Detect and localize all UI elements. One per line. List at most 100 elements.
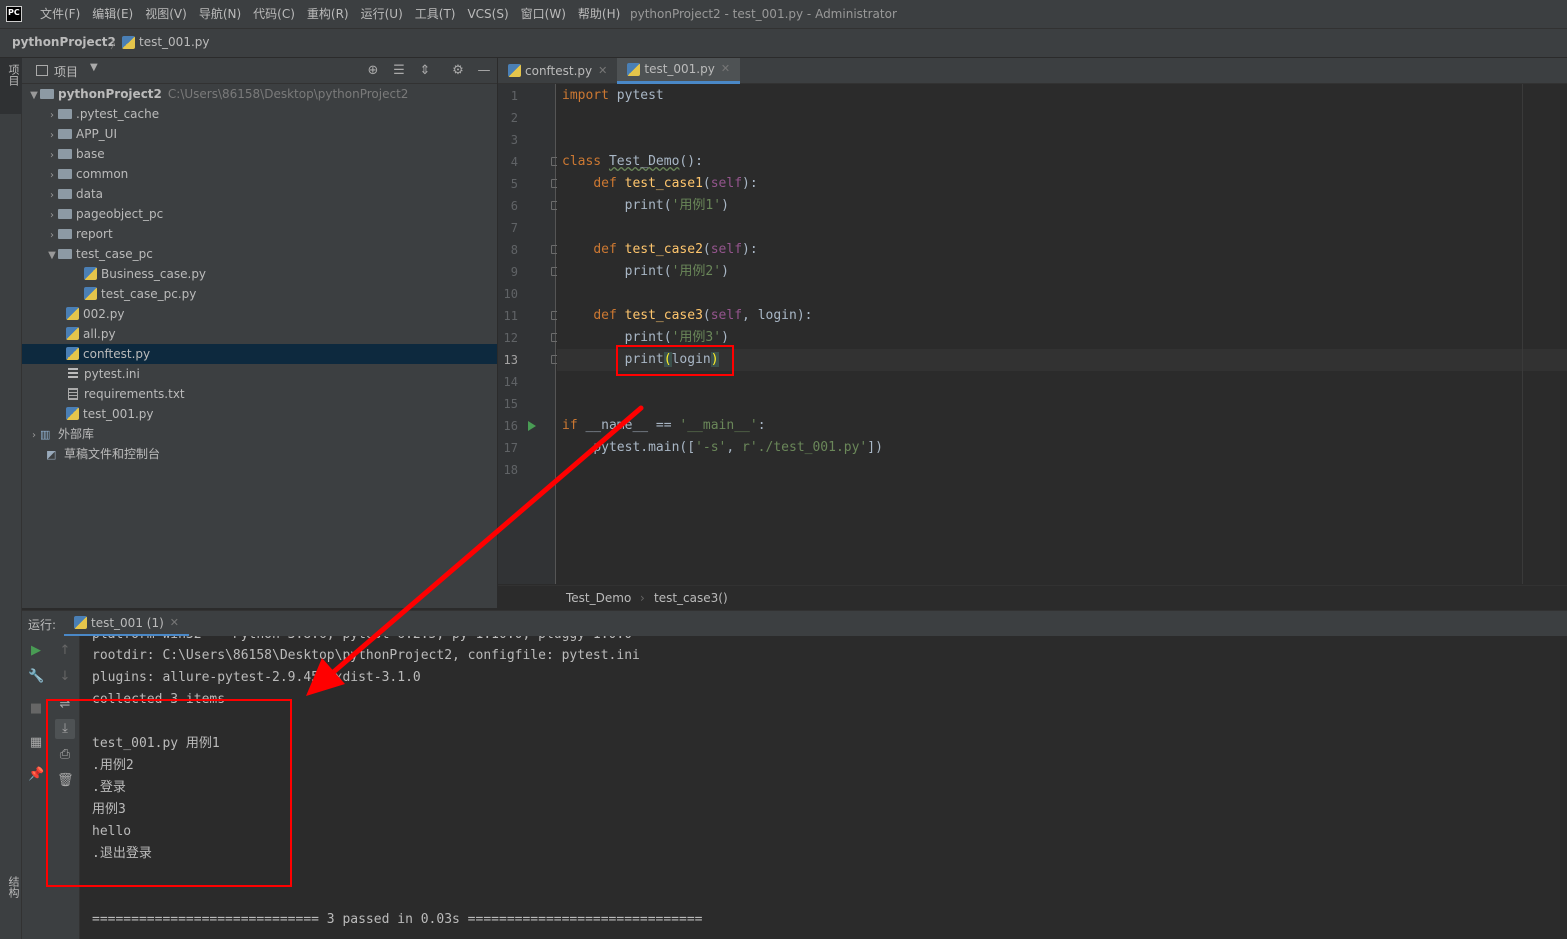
arrow-down-icon[interactable]: ↓: [57, 669, 73, 685]
code-editor[interactable]: import pytest class Test_Demo(): def tes…: [557, 84, 1567, 584]
keyword: def: [593, 176, 617, 191]
run-gutter-icon[interactable]: [528, 421, 536, 431]
arrow-up-icon[interactable]: ↑: [57, 643, 73, 659]
tree-item-pytest-cache[interactable]: › .pytest_cache: [22, 104, 497, 124]
menu-refactor[interactable]: 重构(R): [301, 0, 355, 28]
line-number: 17: [503, 441, 518, 455]
nav-project-crumb[interactable]: pythonProject2: [12, 35, 116, 49]
menu-edit[interactable]: 编辑(E): [86, 0, 139, 28]
menu-run[interactable]: 运行(U): [355, 0, 409, 28]
chevron-right-icon[interactable]: ›: [46, 166, 58, 186]
tree-item-label: Business_case.py: [101, 267, 207, 281]
editor-tab-bar: conftest.py ✕ test_001.py ✕: [498, 56, 1567, 84]
string-literal: r'./test_001.py': [742, 440, 868, 455]
tree-item-data[interactable]: › data: [22, 184, 497, 204]
chevron-right-icon[interactable]: ›: [46, 226, 58, 246]
scratch-icon: ◩: [46, 448, 57, 461]
close-icon[interactable]: ✕: [170, 610, 179, 636]
python-file-icon: [66, 347, 79, 360]
run-console[interactable]: platform win32 -- Python 3.8.6, pytest-6…: [80, 636, 1567, 939]
line-number: 6: [510, 199, 518, 213]
chevron-right-icon[interactable]: ›: [46, 206, 58, 226]
chevron-down-icon[interactable]: ▼: [90, 62, 98, 73]
breadcrumb-method[interactable]: test_case3(): [654, 591, 728, 605]
line-number: 2: [510, 111, 518, 125]
tree-root[interactable]: ▼ pythonProject2 C:\Users\86158\Desktop\py…: [22, 84, 497, 104]
menu-window[interactable]: 窗口(W): [515, 0, 572, 28]
menu-view[interactable]: 视图(V): [139, 0, 193, 28]
tab-conftest[interactable]: conftest.py ✕: [498, 58, 617, 84]
collapse-all-icon[interactable]: ⇕: [417, 63, 433, 79]
tree-item-report[interactable]: › report: [22, 224, 497, 244]
tree-item-business-case[interactable]: Business_case.py: [22, 264, 497, 284]
chevron-right-icon[interactable]: ›: [46, 106, 58, 126]
code-text: ]): [867, 440, 883, 455]
tree-item-test-001[interactable]: test_001.py: [22, 404, 497, 424]
expand-all-icon[interactable]: ☰: [391, 63, 407, 79]
menu-vcs[interactable]: VCS(S): [461, 0, 514, 28]
tree-item-app-ui[interactable]: › APP_UI: [22, 124, 497, 144]
folder-icon: [58, 129, 72, 139]
pin-icon[interactable]: 📌: [28, 767, 44, 783]
tree-item-test-case-pc-py[interactable]: test_case_pc.py: [22, 284, 497, 304]
chevron-right-icon[interactable]: ›: [46, 186, 58, 206]
layout-icon[interactable]: ▦: [28, 735, 44, 751]
tree-item-base[interactable]: › base: [22, 144, 497, 164]
locate-file-icon[interactable]: ⊕: [365, 63, 381, 79]
close-icon[interactable]: ✕: [721, 56, 730, 82]
tree-item-requirements[interactable]: requirements.txt: [22, 384, 497, 404]
project-tool-button[interactable]: 项目: [0, 58, 22, 114]
tree-item-label: 002.py: [83, 307, 125, 321]
menu-help[interactable]: 帮助(H): [572, 0, 626, 28]
python-file-icon: [508, 64, 521, 77]
hide-panel-icon[interactable]: —: [476, 63, 492, 79]
gear-icon[interactable]: ⚙: [450, 63, 466, 79]
code-text: ():: [679, 154, 703, 169]
tree-item-pageobject-pc[interactable]: › pageobject_pc: [22, 204, 497, 224]
stop-icon[interactable]: ■: [28, 701, 44, 717]
main-menu: 文件(F) 编辑(E) 视图(V) 导航(N) 代码(C) 重构(R) 运行(U…: [34, 0, 626, 28]
tree-item-scratches[interactable]: ◩ 草稿文件和控制台: [22, 444, 497, 464]
line-number: 10: [503, 287, 518, 301]
chevron-down-icon[interactable]: ▼: [28, 86, 40, 106]
menu-tools[interactable]: 工具(T): [409, 0, 462, 28]
tree-item-all[interactable]: all.py: [22, 324, 497, 344]
tree-item-label: conftest.py: [83, 347, 151, 361]
wrench-icon[interactable]: 🔧: [28, 669, 44, 685]
python-file-icon: [84, 267, 97, 280]
menu-navigate[interactable]: 导航(N): [193, 0, 247, 28]
annotation-box-code: [616, 345, 734, 376]
chevron-right-icon[interactable]: ›: [46, 126, 58, 146]
tree-item-external-libraries[interactable]: › ▥ 外部库: [22, 424, 497, 444]
chevron-down-icon[interactable]: ▼: [46, 246, 58, 266]
tree-item-pytest-ini[interactable]: pytest.ini: [22, 364, 497, 384]
line-number: 7: [510, 221, 518, 235]
tree-item-label: pytest.ini: [84, 367, 140, 381]
menu-code[interactable]: 代码(C): [247, 0, 301, 28]
chevron-right-icon[interactable]: ›: [28, 426, 40, 446]
structure-tool-label: 结构: [7, 876, 20, 898]
menu-file[interactable]: 文件(F): [34, 0, 86, 28]
tree-item-label: requirements.txt: [84, 387, 185, 401]
close-icon[interactable]: ✕: [598, 58, 607, 84]
tab-test-001[interactable]: test_001.py ✕: [617, 56, 741, 84]
chevron-right-icon[interactable]: ›: [46, 146, 58, 166]
tree-item-002[interactable]: 002.py: [22, 304, 497, 324]
tree-item-label: 外部库: [58, 427, 95, 441]
run-tab-label: test_001 (1): [91, 615, 164, 630]
project-panel-title[interactable]: 项目: [54, 63, 78, 80]
string-literal: '-s': [695, 440, 727, 455]
tree-item-conftest[interactable]: conftest.py: [22, 344, 497, 364]
keyword: import: [562, 88, 609, 103]
tree-item-label: data: [76, 187, 104, 201]
tree-item-common[interactable]: › common: [22, 164, 497, 184]
tree-item-test-case-pc[interactable]: ▼ test_case_pc: [22, 244, 497, 264]
structure-tool-button[interactable]: 结构: [0, 872, 22, 922]
breadcrumb-class[interactable]: Test_Demo: [566, 591, 631, 605]
nav-file-crumb[interactable]: test_001.py: [122, 35, 209, 49]
rerun-icon[interactable]: ▶: [28, 643, 44, 659]
tree-root-name: pythonProject2: [58, 87, 162, 101]
ini-file-icon: [68, 368, 78, 380]
run-tab[interactable]: test_001 (1) ✕: [64, 611, 189, 637]
tree-item-label: base: [76, 147, 105, 161]
